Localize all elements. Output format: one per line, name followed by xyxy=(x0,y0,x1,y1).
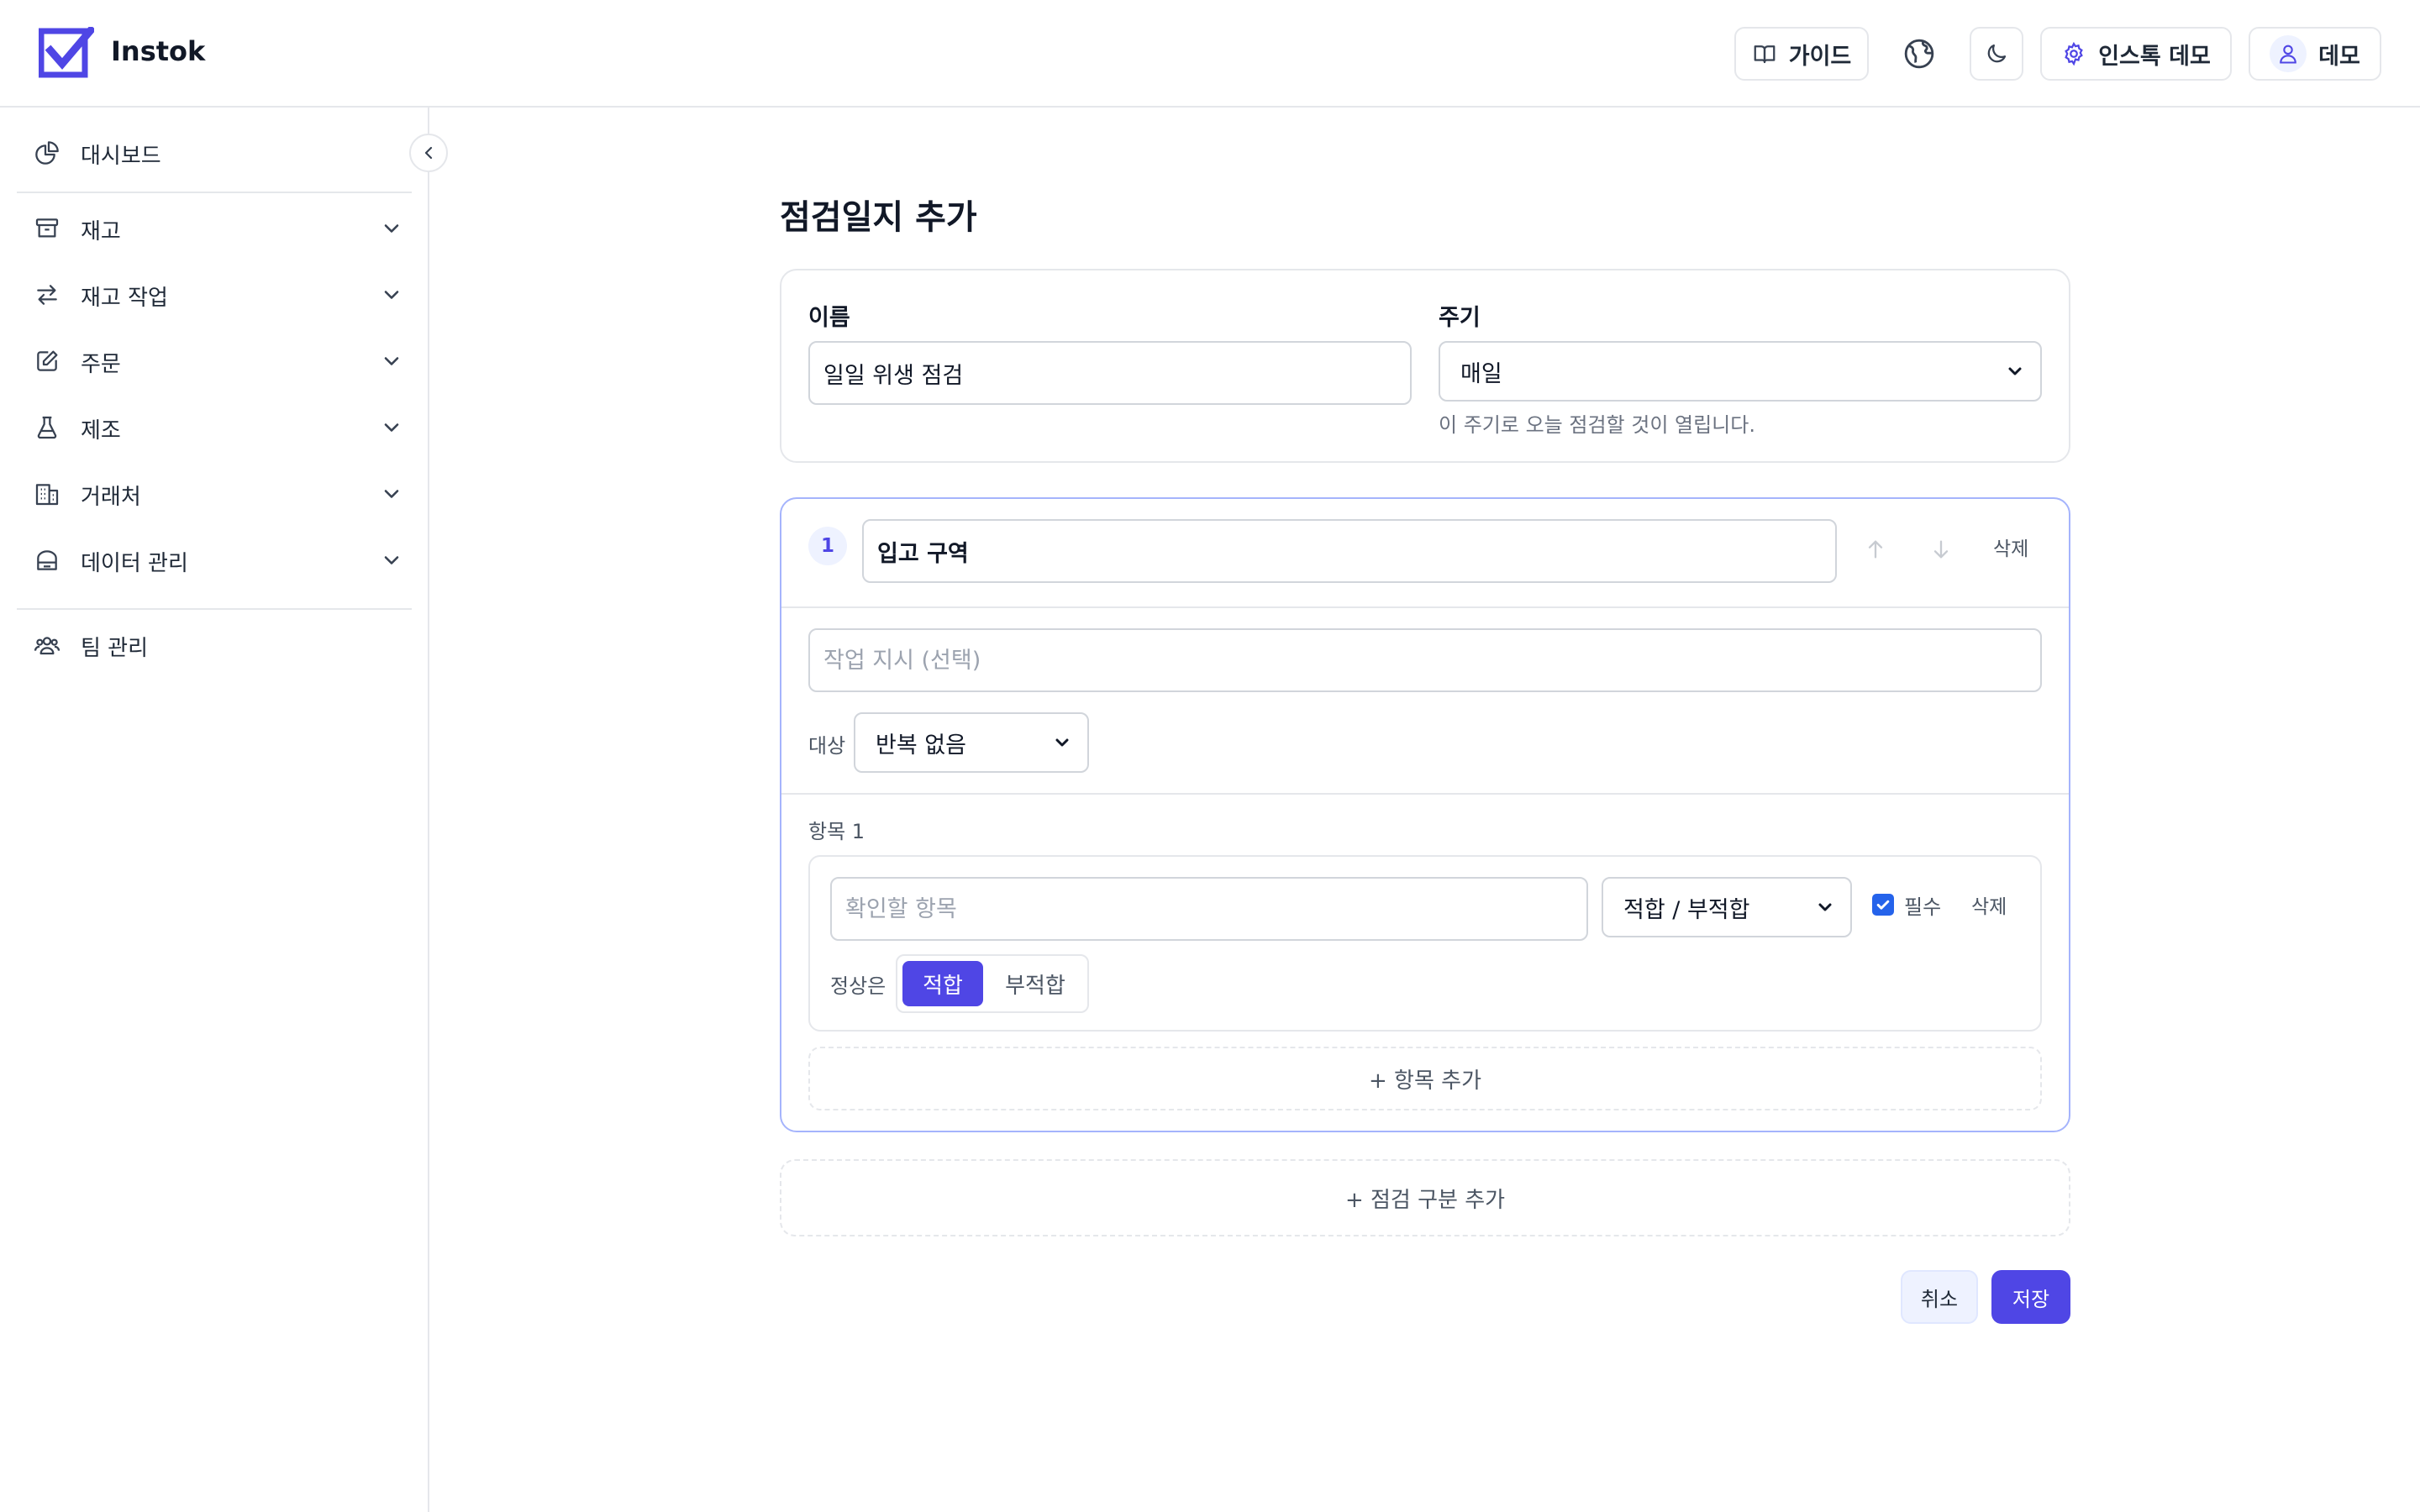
target-select-value: 반복 없음 xyxy=(876,732,966,759)
brand-name[interactable]: Instok xyxy=(111,35,205,67)
sidebar-item-label: 데이터 관리 xyxy=(81,551,188,576)
required-checkbox[interactable] xyxy=(1872,894,1894,916)
chevron-down-icon xyxy=(380,217,403,240)
database-icon xyxy=(34,547,60,574)
sidebar-item-team-management[interactable]: 팀 관리 xyxy=(17,620,412,670)
item-type-value: 적합 / 부적합 xyxy=(1623,896,1750,923)
option-fail[interactable]: 부적합 xyxy=(988,961,1082,1006)
item-question-input[interactable] xyxy=(830,877,1588,941)
required-label: 필수 xyxy=(1904,895,1942,919)
sidebar-divider xyxy=(17,192,412,193)
guide-label: 가이드 xyxy=(1788,43,1852,70)
move-down-icon[interactable] xyxy=(1929,538,1953,561)
guide-button[interactable]: 가이드 xyxy=(1734,27,1869,81)
theme-toggle-button[interactable] xyxy=(1970,27,2023,81)
cycle-hint: 이 주기로 오늘 점검할 것이 열립니다. xyxy=(1439,413,1755,437)
top-header: Instok 가이드 인스톡 데모 데모 xyxy=(0,0,2420,108)
chevron-down-icon xyxy=(1815,897,1835,917)
add-item-button[interactable]: + 항목 추가 xyxy=(808,1047,2042,1110)
chevron-down-icon xyxy=(380,283,403,307)
chevron-down-icon xyxy=(380,349,403,373)
user-label: 데모 xyxy=(2318,43,2360,70)
chevron-down-icon xyxy=(380,549,403,572)
chevron-down-icon xyxy=(380,416,403,439)
chevron-down-icon xyxy=(2005,361,2025,381)
workspace-label: 인스톡 데모 xyxy=(2098,43,2211,70)
instruction-input[interactable] xyxy=(808,628,2042,692)
cycle-select[interactable]: 매일 xyxy=(1439,341,2042,402)
chevron-down-icon xyxy=(380,482,403,506)
sidebar-item-manufacturing[interactable]: 제조 xyxy=(17,402,412,453)
section-title-input[interactable] xyxy=(862,519,1837,583)
section-divider xyxy=(781,606,2069,608)
add-section-button[interactable]: + 점검 구분 추가 xyxy=(780,1159,2070,1236)
save-button[interactable]: 저장 xyxy=(1991,1270,2070,1324)
name-label: 이름 xyxy=(808,305,850,331)
normal-label: 정상은 xyxy=(830,974,886,998)
cycle-label: 주기 xyxy=(1439,305,1481,331)
normal-value-toggle: 적합 부적합 xyxy=(896,954,1089,1013)
sidebar-collapse-button[interactable] xyxy=(409,134,448,172)
option-pass[interactable]: 적합 xyxy=(902,961,983,1006)
sidebar-divider xyxy=(17,608,412,610)
sidebar-item-orders[interactable]: 주문 xyxy=(17,336,412,386)
sidebar-item-data-management[interactable]: 데이터 관리 xyxy=(17,535,412,585)
arrows-swap-icon xyxy=(34,281,60,308)
archive-box-icon xyxy=(34,215,60,242)
cancel-button[interactable]: 취소 xyxy=(1901,1270,1978,1324)
section-number-badge: 1 xyxy=(808,527,847,565)
sidebar-item-label: 거래처 xyxy=(81,485,141,510)
move-up-icon[interactable] xyxy=(1864,538,1887,561)
brand-logo-icon[interactable] xyxy=(39,27,94,79)
chevron-down-icon xyxy=(1052,732,1072,753)
beaker-icon xyxy=(34,414,60,441)
sidebar-item-label: 재고 작업 xyxy=(81,286,168,311)
page-title: 점검일지 추가 xyxy=(780,198,977,237)
sidebar-item-label: 재고 xyxy=(81,219,121,244)
target-select[interactable]: 반복 없음 xyxy=(854,712,1089,773)
users-icon xyxy=(34,632,60,659)
moon-icon xyxy=(1984,41,2009,66)
item-delete-button[interactable]: 삭제 xyxy=(1971,890,2007,919)
sidebar-item-inventory-operations[interactable]: 재고 작업 xyxy=(17,270,412,320)
globe-icon[interactable] xyxy=(1902,37,1936,71)
sidebar-item-label: 대시보드 xyxy=(81,144,161,169)
item-heading: 항목 1 xyxy=(808,820,865,843)
check-icon xyxy=(1876,900,1890,910)
sidebar-item-dashboard[interactable]: 대시보드 xyxy=(17,128,412,178)
edit-document-icon xyxy=(34,348,60,375)
user-menu-button[interactable]: 데모 xyxy=(2249,27,2381,81)
workspace-button[interactable]: 인스톡 데모 xyxy=(2040,27,2232,81)
gear-icon xyxy=(2061,41,2086,66)
chart-pie-icon xyxy=(34,139,60,166)
item-type-select[interactable]: 적합 / 부적합 xyxy=(1602,877,1852,937)
inspection-section-card xyxy=(780,497,2070,1132)
cycle-select-value: 매일 xyxy=(1460,360,1502,387)
sidebar-item-label: 팀 관리 xyxy=(81,636,149,661)
section-divider xyxy=(781,793,2069,795)
section-delete-button[interactable]: 삭제 xyxy=(1993,533,2028,561)
sidebar-item-label: 제조 xyxy=(81,418,121,444)
avatar xyxy=(2270,35,2307,72)
chevron-left-icon xyxy=(418,143,439,163)
sidebar-item-partners[interactable]: 거래처 xyxy=(17,469,412,519)
book-icon xyxy=(1752,41,1777,66)
sidebar-item-inventory[interactable]: 재고 xyxy=(17,203,412,254)
name-input[interactable] xyxy=(808,341,1412,405)
target-label: 대상 xyxy=(808,734,846,758)
building-icon xyxy=(34,480,60,507)
sidebar: 대시보드 재고 재고 작업 주문 제조 거래처 데이터 관리 팀 관리 xyxy=(0,108,429,1512)
sidebar-item-label: 주문 xyxy=(81,352,121,377)
